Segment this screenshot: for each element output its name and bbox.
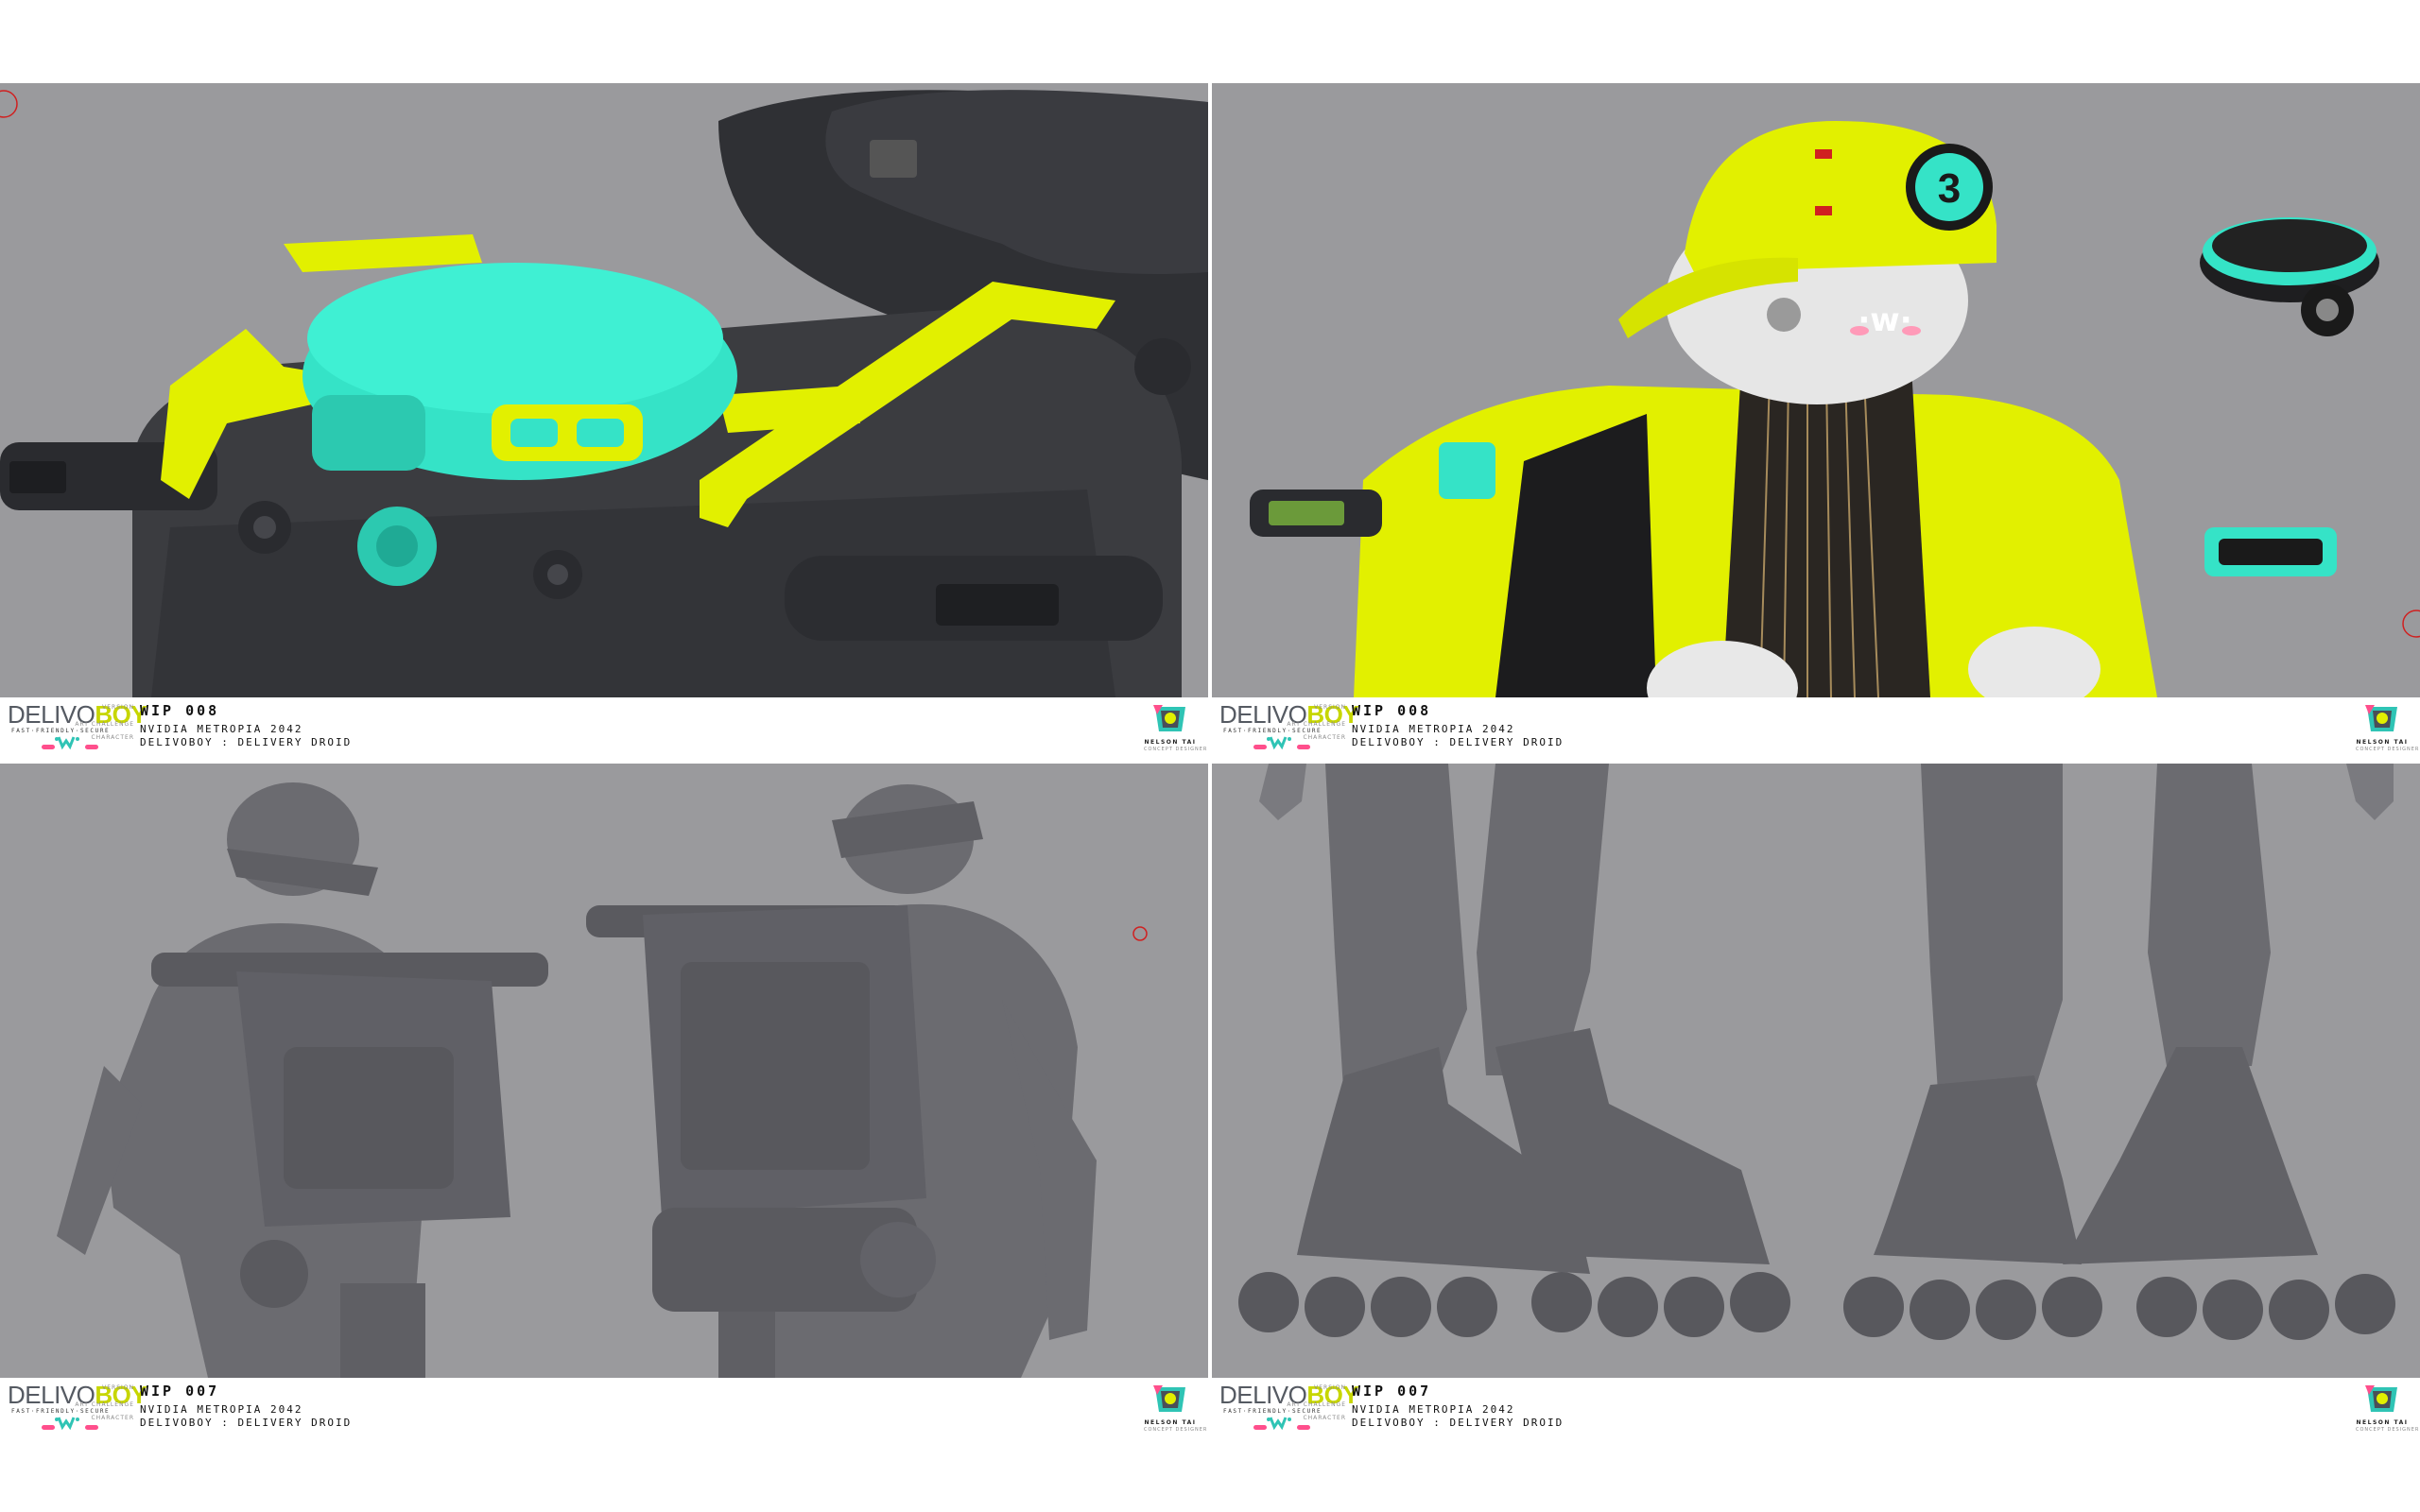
cap-number: 3	[1938, 165, 1961, 212]
version-value: WIP 008	[140, 702, 220, 719]
artist-logo-icon	[2365, 1385, 2397, 1412]
version-value: WIP 007	[140, 1383, 220, 1400]
viewport-marker-icon	[2402, 610, 2420, 638]
character-value: DELIVOBOY : DELIVERY DROID	[1352, 1417, 1564, 1429]
artist-role: CONCEPT DESIGNER	[2356, 747, 2420, 752]
info-bar-panel-4: DELIVOBOY FAST·FRIENDLY·SECURE VERSION WI…	[1212, 1378, 2420, 1436]
viewport-panel-backpack-rear	[0, 764, 1208, 1378]
artist-role: CONCEPT DESIGNER	[2356, 1427, 2420, 1433]
artist-logo-icon	[2365, 705, 2397, 731]
viewport-panel-rollerblades	[1212, 764, 2420, 1378]
render-rollerblades	[1238, 764, 2395, 1340]
artist-name: NELSON TAI	[1144, 739, 1197, 746]
character-label: CHARACTER	[1303, 734, 1346, 741]
artist-name: NELSON TAI	[1144, 1419, 1197, 1426]
render-backpack-rear	[57, 782, 1148, 1378]
viewport-panel-head-cap: 3 ·w·	[1212, 83, 2420, 697]
challenge-label: ART CHALLENGE	[75, 721, 134, 728]
version-label: VERSION	[1314, 704, 1346, 711]
version-label: VERSION	[102, 704, 134, 711]
logo-tagline: FAST·FRIENDLY·SECURE	[1223, 728, 1322, 734]
logo-tagline: FAST·FRIENDLY·SECURE	[11, 728, 111, 734]
character-value: DELIVOBOY : DELIVERY DROID	[1352, 736, 1564, 748]
info-block: VERSION WIP 007 ART CHALLENGE NVIDIA METRO…	[1287, 1382, 1564, 1429]
artist-badge: NELSON TAI CONCEPT DESIGNER	[1144, 701, 1208, 754]
viewport-marker-icon	[1132, 926, 1148, 941]
challenge-label: ART CHALLENGE	[75, 1401, 134, 1408]
artist-badge: NELSON TAI CONCEPT DESIGNER	[2356, 701, 2420, 754]
info-bar-panel-1: DELIVOBOY FAST·FRIENDLY·SECURE VERSION WI…	[0, 697, 1208, 756]
challenge-label: ART CHALLENGE	[1287, 721, 1346, 728]
version-value: WIP 008	[1352, 702, 1432, 719]
character-value: DELIVOBOY : DELIVERY DROID	[140, 736, 353, 748]
logo-tagline: FAST·FRIENDLY·SECURE	[11, 1408, 111, 1415]
character-value: DELIVOBOY : DELIVERY DROID	[140, 1417, 353, 1429]
viewport-marker-icon	[0, 90, 18, 118]
artist-logo-icon	[1153, 705, 1185, 731]
artist-name: NELSON TAI	[2356, 1419, 2409, 1426]
info-bar-panel-2: DELIVOBOY FAST·FRIENDLY·SECURE VERSION WI…	[1212, 697, 2420, 756]
artist-badge: NELSON TAI CONCEPT DESIGNER	[1144, 1382, 1208, 1435]
character-label: CHARACTER	[91, 1415, 134, 1421]
character-label: CHARACTER	[91, 734, 134, 741]
render-backpack-drone	[0, 90, 1208, 697]
character-label: CHARACTER	[1303, 1415, 1346, 1421]
info-bar-panel-3: DELIVOBOY FAST·FRIENDLY·SECURE VERSION WI…	[0, 1378, 1208, 1436]
render-head-cap: 3 ·w·	[1250, 121, 2420, 697]
version-label: VERSION	[1314, 1384, 1346, 1391]
version-label: VERSION	[102, 1384, 134, 1391]
artist-badge: NELSON TAI CONCEPT DESIGNER	[2356, 1382, 2420, 1435]
viewport-panel-backpack-drone	[0, 83, 1208, 697]
artist-name: NELSON TAI	[2356, 739, 2409, 746]
artist-role: CONCEPT DESIGNER	[1144, 1427, 1208, 1433]
info-block: VERSION WIP 007 ART CHALLENGE NVIDIA METRO…	[75, 1382, 352, 1429]
artist-logo-icon	[1153, 1385, 1185, 1412]
logo-tagline: FAST·FRIENDLY·SECURE	[1223, 1408, 1322, 1415]
artist-role: CONCEPT DESIGNER	[1144, 747, 1208, 752]
challenge-label: ART CHALLENGE	[1287, 1401, 1346, 1408]
info-block: VERSION WIP 008 ART CHALLENGE NVIDIA METRO…	[75, 701, 353, 748]
version-value: WIP 007	[1352, 1383, 1432, 1400]
info-block: VERSION WIP 008 ART CHALLENGE NVIDIA METRO…	[1287, 701, 1564, 748]
